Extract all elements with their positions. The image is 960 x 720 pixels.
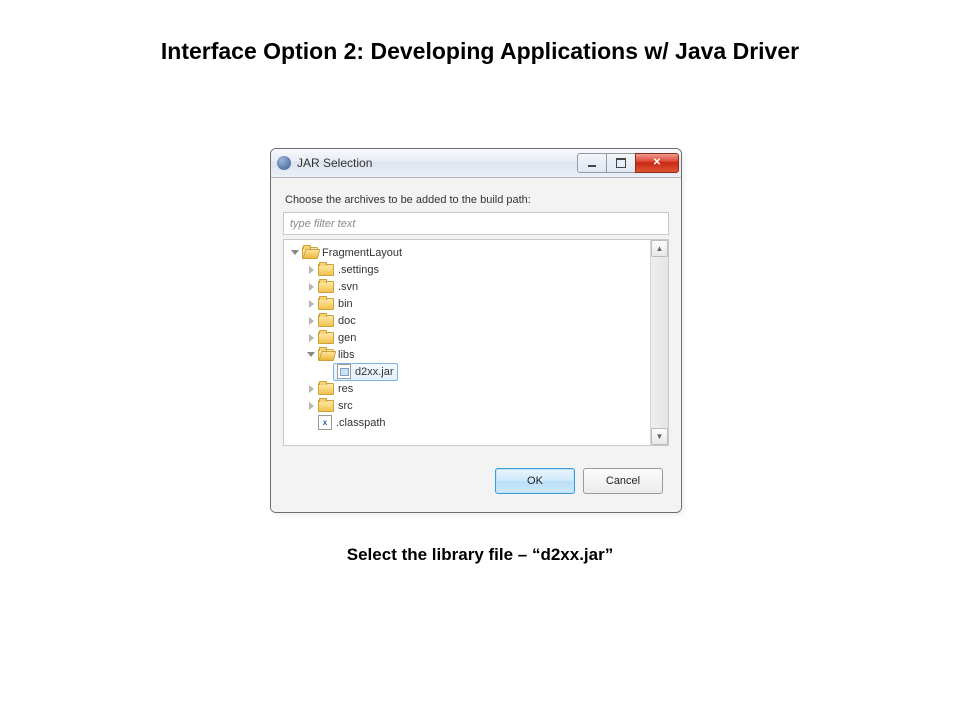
maximize-button[interactable] xyxy=(606,153,636,173)
expand-toggle-icon[interactable] xyxy=(290,248,300,258)
expand-toggle-icon[interactable] xyxy=(306,333,316,343)
tree-item-label: FragmentLayout xyxy=(322,247,402,259)
tree-item-libs[interactable]: libs xyxy=(286,346,650,363)
tree-item-label: .classpath xyxy=(336,417,386,429)
dialog-instruction: Choose the archives to be added to the b… xyxy=(285,194,667,206)
window-control-group xyxy=(578,153,679,173)
close-button[interactable] xyxy=(635,153,679,173)
filter-input[interactable]: type filter text xyxy=(283,212,669,235)
tree-item-label: src xyxy=(338,400,353,412)
expand-toggle-icon[interactable] xyxy=(306,265,316,275)
ok-button[interactable]: OK xyxy=(495,468,575,494)
spacer-icon xyxy=(306,418,316,428)
tree-item-label: gen xyxy=(338,332,356,344)
expand-toggle-icon[interactable] xyxy=(306,282,316,292)
tree-item-classpath[interactable]: x .classpath xyxy=(286,414,650,431)
minimize-button[interactable] xyxy=(577,153,607,173)
eclipse-icon xyxy=(277,156,291,170)
folder-icon xyxy=(318,400,334,412)
tree-item-label: libs xyxy=(338,349,355,361)
tree-item-label: .svn xyxy=(338,281,358,293)
tree-item-d2xx-jar[interactable]: d2xx.jar xyxy=(286,363,650,380)
tree-item-label: d2xx.jar xyxy=(355,366,394,378)
expand-toggle-icon[interactable] xyxy=(306,384,316,394)
vertical-scrollbar[interactable]: ▲ ▼ xyxy=(650,240,668,445)
tree-item-label: res xyxy=(338,383,353,395)
tree-item-label: doc xyxy=(338,315,356,327)
slide-title: Interface Option 2: Developing Applicati… xyxy=(0,38,960,65)
tree-item-settings[interactable]: .settings xyxy=(286,261,650,278)
slide-caption: Select the library file – “d2xx.jar” xyxy=(0,545,960,565)
folder-icon xyxy=(318,315,334,327)
tree-item-gen[interactable]: gen xyxy=(286,329,650,346)
tree-item-res[interactable]: res xyxy=(286,380,650,397)
titlebar[interactable]: JAR Selection xyxy=(271,149,681,178)
folder-icon xyxy=(318,332,334,344)
folder-icon xyxy=(318,281,334,293)
tree-item-label: .settings xyxy=(338,264,379,276)
jar-file-icon xyxy=(337,364,351,379)
expand-toggle-icon[interactable] xyxy=(306,316,316,326)
tree-item-svn[interactable]: .svn xyxy=(286,278,650,295)
folder-icon xyxy=(318,298,334,310)
jar-selection-dialog: JAR Selection Choose the archives to be … xyxy=(270,148,682,513)
expand-toggle-icon[interactable] xyxy=(306,401,316,411)
folder-open-icon xyxy=(318,349,334,361)
cancel-button[interactable]: Cancel xyxy=(583,468,663,494)
folder-icon xyxy=(318,264,334,276)
expand-toggle-icon[interactable] xyxy=(306,299,316,309)
expand-toggle-icon[interactable] xyxy=(306,350,316,360)
folder-open-icon xyxy=(302,247,318,259)
tree-item-fragmentlayout[interactable]: FragmentLayout xyxy=(286,244,650,261)
archive-tree: FragmentLayout .settings .svn xyxy=(283,239,669,446)
scroll-up-icon[interactable]: ▲ xyxy=(651,240,668,257)
folder-icon xyxy=(318,383,334,395)
tree-item-doc[interactable]: doc xyxy=(286,312,650,329)
tree-item-bin[interactable]: bin xyxy=(286,295,650,312)
spacer-icon xyxy=(322,367,332,377)
dialog-title: JAR Selection xyxy=(297,156,578,170)
tree-item-label: bin xyxy=(338,298,353,310)
tree-item-src[interactable]: src xyxy=(286,397,650,414)
xml-file-icon: x xyxy=(318,415,332,430)
scroll-down-icon[interactable]: ▼ xyxy=(651,428,668,445)
